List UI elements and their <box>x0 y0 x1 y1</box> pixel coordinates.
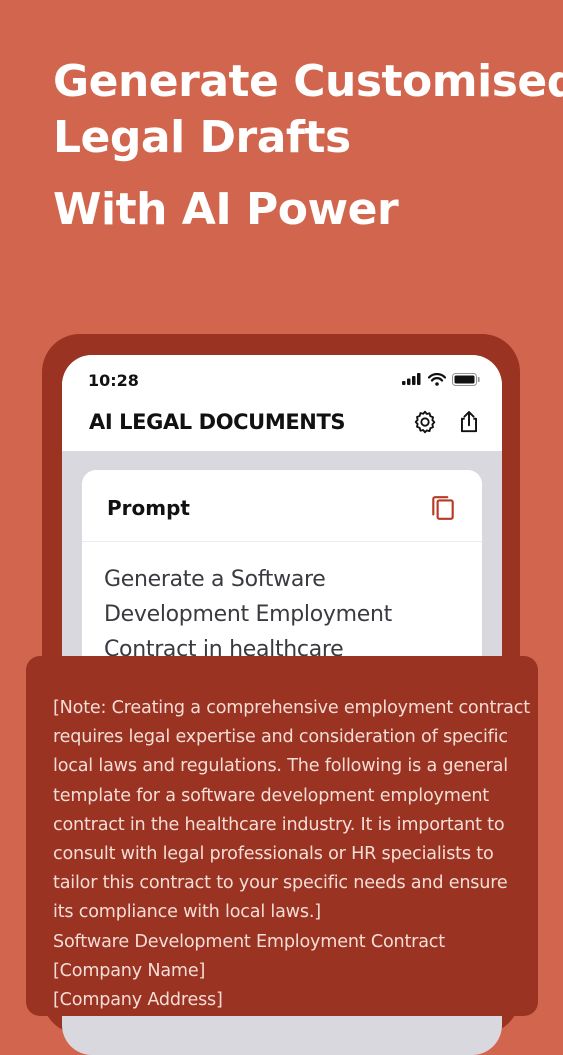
app-title: AI LEGAL DOCUMENTS <box>89 410 346 434</box>
hero-title-line-1: Generate Customised <box>53 56 563 107</box>
app-header: AI LEGAL DOCUMENTS <box>62 405 502 451</box>
output-line: requires legal expertise and considerati… <box>53 727 508 748</box>
signal-icon <box>402 373 421 385</box>
gear-icon[interactable] <box>412 409 438 435</box>
output-line: [Note: Creating a comprehensive employme… <box>53 698 530 718</box>
status-bar: 10:28 <box>62 355 502 405</box>
output-line: Software Development Employment Contract <box>53 931 445 952</box>
prompt-text: Generate a Software Development Employme… <box>104 562 464 667</box>
output-line: contract in the healthcare industry. It … <box>53 814 505 835</box>
copy-icon[interactable] <box>430 494 456 522</box>
status-icons <box>402 372 480 386</box>
prompt-text-line: Development Employment <box>104 602 392 627</box>
generated-output-panel: [Note: Creating a comprehensive employme… <box>26 656 538 1016</box>
prompt-text-line: Generate a Software <box>104 567 326 592</box>
hero-title-line-3: With AI Power <box>53 184 399 235</box>
output-line: local laws and regulations. The followin… <box>53 756 508 777</box>
prompt-card-title: Prompt <box>107 496 190 520</box>
status-time: 10:28 <box>88 371 139 390</box>
output-line: tailor this contract to your specific ne… <box>53 873 508 894</box>
share-icon[interactable] <box>456 409 482 435</box>
generated-output-text: [Note: Creating a comprehensive employme… <box>53 694 531 1015</box>
wifi-icon <box>428 372 446 386</box>
battery-icon <box>452 372 480 386</box>
output-line: [Company Name] <box>53 960 206 981</box>
output-line: consult with legal professionals or HR s… <box>53 844 494 865</box>
output-line: [Company Address] <box>53 990 223 1011</box>
hero-title-line-2: Legal Drafts <box>53 112 351 163</box>
output-line: its compliance with local laws.] <box>53 902 321 923</box>
output-line: template for a software development empl… <box>53 785 489 806</box>
card-divider <box>82 541 482 542</box>
